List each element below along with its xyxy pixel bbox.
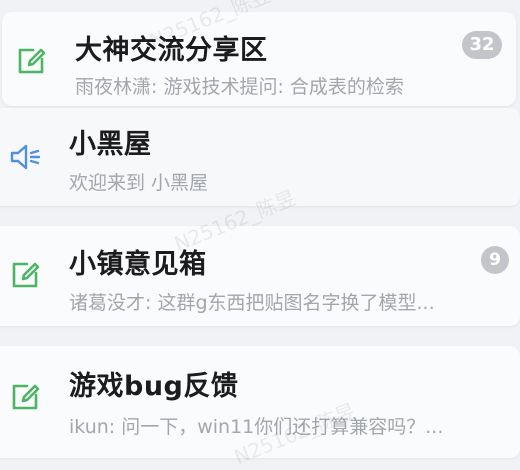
channel-last-message: 雨夜林潇: 游戏技术提问: 合成表的检索 — [75, 76, 404, 98]
channel-title: 大神交流分享区 — [75, 35, 268, 66]
unread-badge: 32 — [462, 31, 502, 59]
edit-icon — [12, 384, 40, 410]
edit-icon — [12, 262, 40, 288]
channel-title: 小镇意见箱 — [69, 249, 207, 280]
channel-last-message: ikun: 问一下，win11你们还打算兼容吗？... — [69, 416, 444, 438]
unread-badge: 9 — [481, 246, 509, 274]
channel-title: 游戏bug反馈 — [69, 371, 239, 402]
channel-last-message: 欢迎来到 小黑屋 — [69, 172, 209, 194]
speaker-icon — [10, 144, 41, 170]
channel-title: 小黑屋 — [69, 129, 152, 160]
edit-icon — [18, 48, 46, 74]
channel-last-message: 诸葛没才: 这群g东西把贴图名字换了模型... — [69, 292, 435, 314]
